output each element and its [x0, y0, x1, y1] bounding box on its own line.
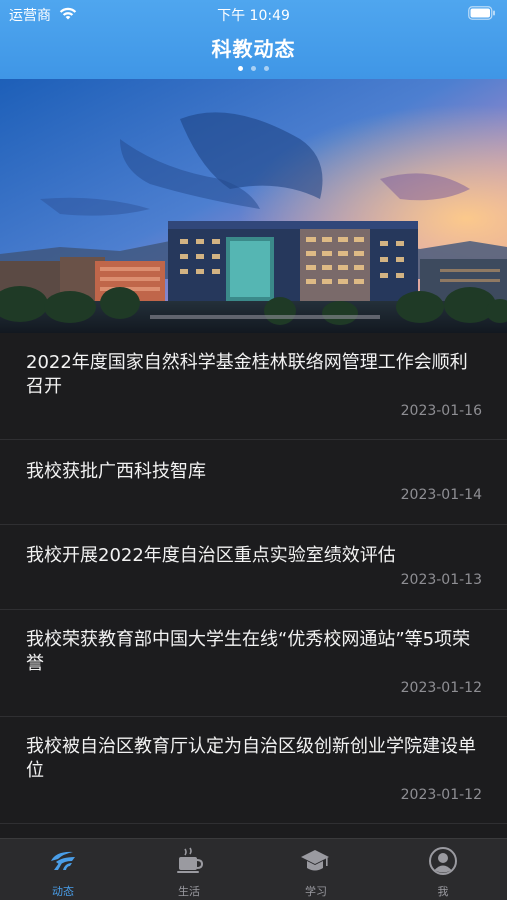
user-icon: [429, 847, 457, 875]
news-date: 2023-01-12: [400, 680, 482, 696]
news-item[interactable]: 我校获批广西科技智库 2023-01-14: [0, 440, 507, 525]
news-item[interactable]: 我校被自治区教育厅认定为自治区级创新创业学院建设单位 2023-01-12: [0, 717, 507, 824]
coffee-cup-icon: [177, 847, 204, 873]
news-date: 2023-01-16: [400, 403, 482, 419]
tab-bar: 动态 生活 学习 我: [0, 838, 507, 900]
news-item[interactable]: 我校开展2022年度自治区重点实验室绩效评估 2023-01-13: [0, 525, 507, 610]
news-item[interactable]: 2022年度国家自然科学基金桂林联络网管理工作会顺利召开 2023-01-16: [0, 333, 507, 440]
battery-icon: [468, 6, 495, 20]
page-title: 科教动态: [211, 37, 296, 61]
news-date: 2023-01-13: [400, 572, 482, 588]
page-dot-2[interactable]: [251, 66, 256, 71]
screen: 运营商 下午 10:49 科教动态 2022年度国家自然科学基金桂林联络网管理工…: [0, 0, 507, 900]
news-title: 我校荣获教育部中国大学生在线“优秀校网通站”等5项荣誉: [26, 629, 471, 674]
header: 运营商 下午 10:49 科教动态: [0, 0, 507, 79]
news-title: 我校开展2022年度自治区重点实验室绩效评估: [26, 545, 396, 566]
status-bar: 运营商 下午 10:49: [0, 0, 507, 28]
graduation-cap-icon: [301, 850, 329, 871]
news-list[interactable]: 2022年度国家自然科学基金桂林联络网管理工作会顺利召开 2023-01-16 …: [0, 333, 507, 838]
news-date: 2023-01-14: [400, 487, 482, 503]
tab-label: 生活: [178, 885, 200, 898]
news-title: 2022年度国家自然科学基金桂林联络网管理工作会顺利召开: [26, 352, 468, 397]
tab-news[interactable]: 动态: [0, 839, 126, 900]
page-dot-1[interactable]: [237, 66, 243, 71]
tab-label: 我: [437, 885, 449, 898]
tab-me[interactable]: 我: [380, 839, 506, 900]
news-title: 我校被自治区教育厅认定为自治区级创新创业学院建设单位: [26, 736, 476, 781]
campus-photo: [0, 79, 507, 333]
tab-life[interactable]: 生活: [126, 839, 252, 900]
status-time: 下午 10:49: [217, 8, 290, 24]
tab-study[interactable]: 学习: [253, 839, 379, 900]
tab-label: 学习: [305, 885, 327, 898]
news-item[interactable]: 我校荣获教育部中国大学生在线“优秀校网通站”等5项荣誉 2023-01-12: [0, 610, 507, 717]
page-dot-3[interactable]: [264, 66, 270, 71]
page-indicator[interactable]: [0, 66, 507, 72]
news-title: 我校获批广西科技智库: [26, 461, 206, 482]
news-date: 2023-01-12: [400, 787, 482, 803]
news-logo-icon: [51, 851, 75, 870]
tab-label: 动态: [52, 885, 74, 898]
banner-image[interactable]: [0, 79, 507, 333]
